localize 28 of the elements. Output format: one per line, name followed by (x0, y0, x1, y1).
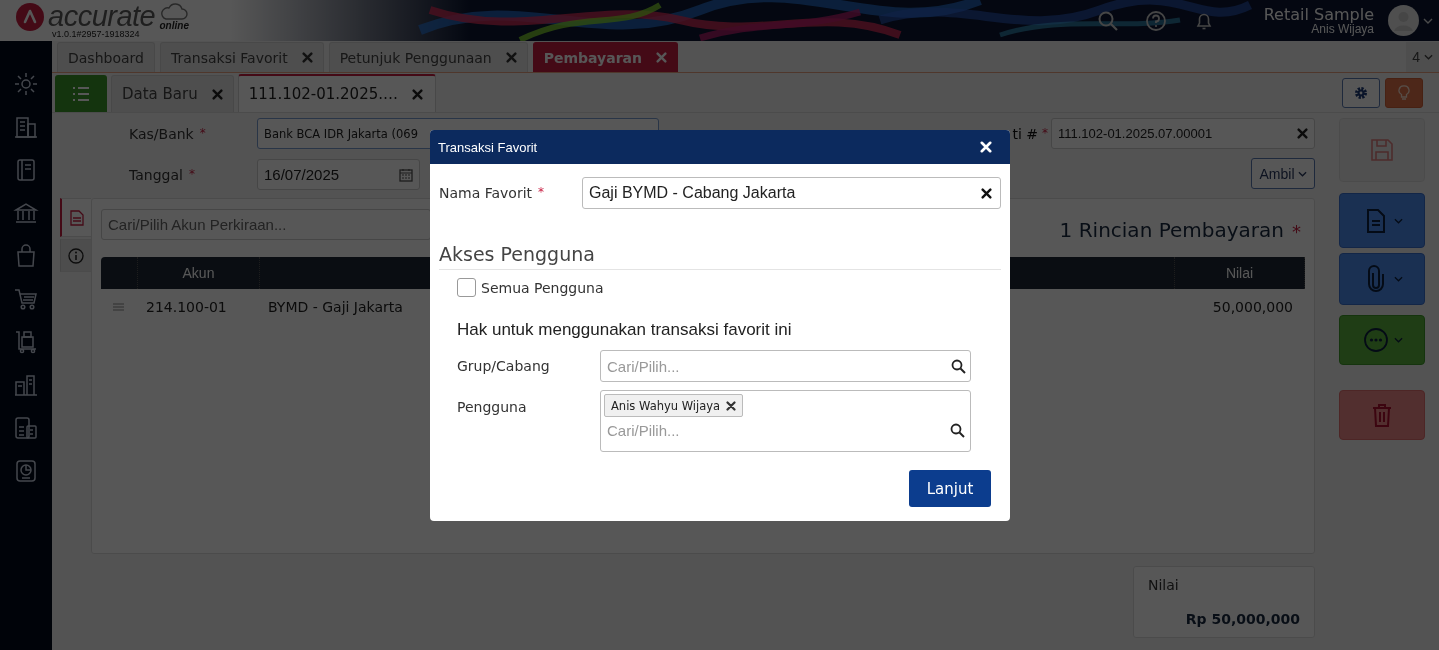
field-label: Grup/Cabang (457, 358, 551, 374)
version-text: v1.0.1#2957-1918324 (52, 29, 141, 39)
field-label: Kas/Bank (129, 125, 194, 142)
table-cell-text: 214.100-01 (145, 298, 228, 317)
company-name: Retail Sample (1263, 6, 1374, 23)
required-mark: * (538, 185, 545, 201)
details-title: 1 Rincian Pembayaran (1059, 218, 1284, 242)
logo-subtitle: online (159, 21, 189, 31)
required-mark: * (199, 125, 206, 142)
column-header: Nilai (1175, 257, 1305, 289)
table-cell-text: BYMD - Gaji Jakarta (267, 298, 403, 317)
subheading: Hak untuk menggunakan transaksi favorit ini (457, 320, 793, 340)
required-mark: * (1292, 221, 1301, 242)
required-mark: * (188, 166, 195, 183)
field-label: Nama Favorit (439, 185, 533, 201)
checkbox-label: Semua Pengguna (481, 279, 604, 296)
field-label: ti # (1012, 125, 1038, 142)
user-name: Anis Wijaya (1311, 23, 1374, 35)
dialog-title: Transaksi Favorit (438, 139, 538, 155)
required-mark: * (1042, 125, 1048, 142)
logo-text: accurate (48, 3, 156, 29)
total-value: Rp 50,000,000 (1184, 611, 1300, 627)
column-header: Akun (138, 257, 260, 289)
field-label: Tanggal (129, 166, 183, 183)
section-heading: Akses Pengguna (439, 243, 1001, 270)
field-label: Pengguna (457, 399, 528, 415)
total-label: Nilai (1148, 577, 1180, 593)
table-cell-text: 50,000,000 (1211, 298, 1294, 317)
